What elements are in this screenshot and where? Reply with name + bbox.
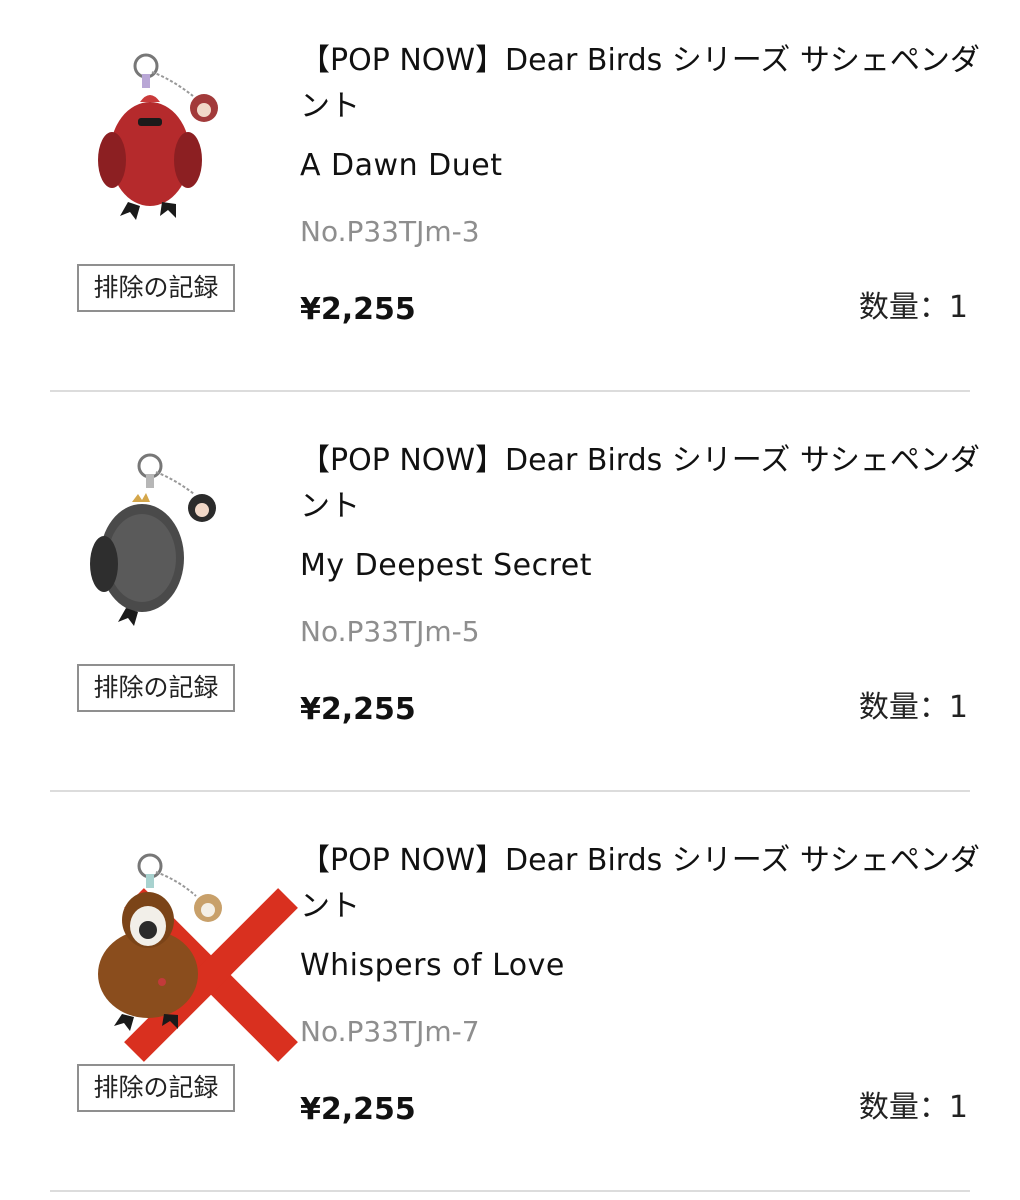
product-quantity: 数量：1 xyxy=(858,290,968,325)
plush-keychain-image xyxy=(90,453,216,626)
product-quantity: 数量：1 xyxy=(858,1090,968,1125)
plush-keychain-image xyxy=(98,853,222,1031)
order-item: 排除の記録 【POP NOW】Dear Birds シリーズ サシェペンダント … xyxy=(0,400,1020,1062)
order-item: 排除の記録 【POP NOW】Dear Birds シリーズ サシェペンダント … xyxy=(0,800,1020,1200)
product-variant: Whispers of Love xyxy=(300,948,565,983)
exclude-record-button[interactable]: 排除の記録 xyxy=(77,264,235,312)
product-title[interactable]: 【POP NOW】Dear Birds シリーズ サシェペンダント xyxy=(300,438,980,530)
order-item: 排除の記録 【POP NOW】Dear Birds シリーズ サシェペンダント … xyxy=(0,0,1020,400)
order-item-list: 排除の記録 【POP NOW】Dear Birds シリーズ サシェペンダント … xyxy=(0,0,1020,1200)
exclude-record-button[interactable]: 排除の記録 xyxy=(77,664,235,712)
plush-keychain-image xyxy=(98,53,218,220)
product-price: ¥2,255 xyxy=(300,1092,416,1127)
product-variant: My Deepest Secret xyxy=(300,548,593,583)
product-thumbnail[interactable] xyxy=(78,442,238,642)
product-title[interactable]: 【POP NOW】Dear Birds シリーズ サシェペンダント xyxy=(300,838,980,930)
product-thumbnail[interactable] xyxy=(78,842,238,1042)
product-thumbnail[interactable] xyxy=(78,42,238,242)
product-title[interactable]: 【POP NOW】Dear Birds シリーズ サシェペンダント xyxy=(300,38,980,130)
product-quantity: 数量：1 xyxy=(858,690,968,725)
product-variant: A Dawn Duet xyxy=(300,148,503,183)
item-divider xyxy=(50,1190,970,1192)
product-sku: No.P33TJm-7 xyxy=(300,1015,480,1048)
item-divider xyxy=(50,790,970,792)
product-sku: No.P33TJm-3 xyxy=(300,215,480,248)
product-price: ¥2,255 xyxy=(300,292,416,327)
item-divider xyxy=(50,390,970,392)
product-sku: No.P33TJm-5 xyxy=(300,615,480,648)
exclude-record-button[interactable]: 排除の記録 xyxy=(77,1064,235,1112)
product-price: ¥2,255 xyxy=(300,692,416,727)
